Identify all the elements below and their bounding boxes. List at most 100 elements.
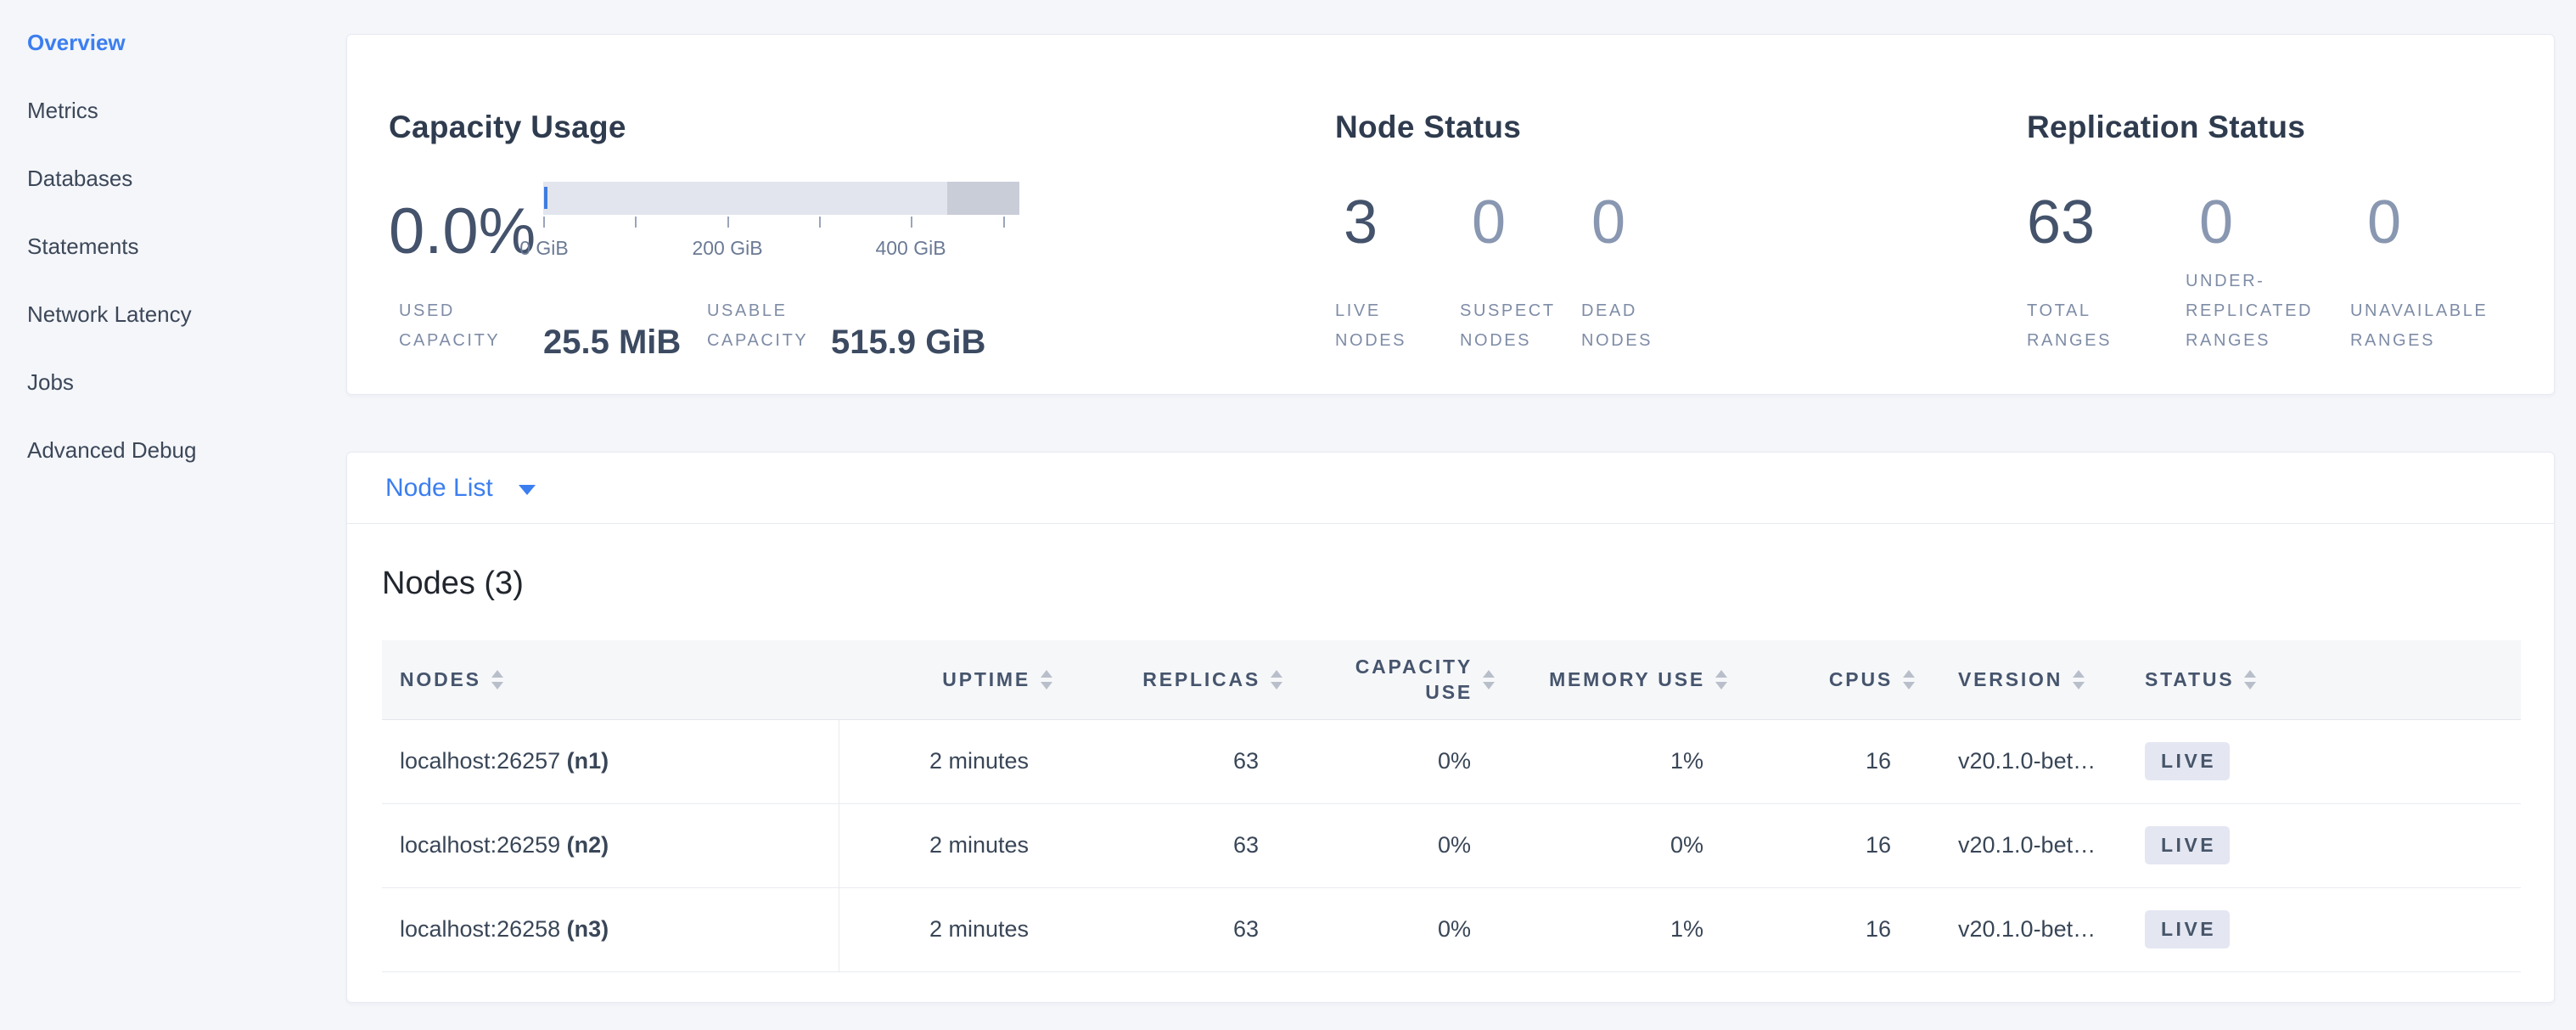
usable-capacity-label: USABLE CAPACITY — [707, 296, 826, 356]
capacity-use-cell: 0% — [1293, 887, 1505, 971]
suspect-nodes-count: 0 — [1472, 188, 1506, 257]
capacity-use-cell: 0% — [1293, 803, 1505, 887]
table-row[interactable]: localhost:26258 (n3) 2 minutes 63 0% 1% … — [382, 887, 2521, 971]
column-header-nodes[interactable]: NODES — [382, 640, 839, 719]
cluster-summary-card: Capacity Usage 0.0% 0 GiB 200 GiB 400 Gi… — [346, 34, 2555, 395]
node-address[interactable]: localhost:26259 — [400, 832, 560, 858]
memory-use-cell: 0% — [1505, 803, 1737, 887]
uptime-cell: 2 minutes — [839, 887, 1063, 971]
under-replicated-ranges-count: 0 — [2199, 188, 2233, 257]
column-label: REPLICAS — [1142, 668, 1260, 691]
total-ranges-count: 63 — [2027, 188, 2095, 257]
uptime-cell: 2 minutes — [839, 803, 1063, 887]
replicas-cell: 63 — [1063, 803, 1293, 887]
capacity-usage-title: Capacity Usage — [389, 110, 626, 145]
table-row[interactable]: localhost:26259 (n2) 2 minutes 63 0% 0% … — [382, 803, 2521, 887]
cpus-cell: 16 — [1737, 719, 1925, 803]
axis-label-0: 0 GiB — [519, 237, 569, 260]
column-header-memory-use[interactable]: MEMORY USE — [1505, 640, 1737, 719]
uptime-cell: 2 minutes — [839, 719, 1063, 803]
column-header-status[interactable]: STATUS — [2145, 640, 2521, 719]
sidebar-item-metrics[interactable]: Metrics — [0, 76, 344, 144]
status-badge: LIVE — [2145, 826, 2230, 864]
node-address[interactable]: localhost:26257 — [400, 748, 560, 774]
suspect-nodes-label: SUSPECT NODES — [1460, 296, 1566, 356]
sort-icon — [1483, 670, 1495, 689]
live-nodes-count: 3 — [1344, 188, 1378, 257]
capacity-bar-used-marker — [544, 187, 547, 209]
node-address[interactable]: localhost:26258 — [400, 916, 560, 942]
column-header-replicas[interactable]: REPLICAS — [1063, 640, 1293, 719]
memory-use-cell: 1% — [1505, 887, 1737, 971]
node-list-card: Node List Nodes (3) NODES UPTIME REPLICA… — [346, 452, 2555, 1003]
version-cell: v20.1.0-bet… — [1925, 803, 2145, 887]
caret-down-icon — [519, 485, 536, 495]
status-badge: LIVE — [2145, 910, 2230, 948]
sidebar-item-jobs[interactable]: Jobs — [0, 348, 344, 416]
capacity-use-cell: 0% — [1293, 719, 1505, 803]
unavailable-ranges-count: 0 — [2367, 188, 2401, 257]
sidebar-item-statements[interactable]: Statements — [0, 212, 344, 280]
sort-icon — [2244, 670, 2256, 689]
sort-icon — [2073, 670, 2085, 689]
column-label: VERSION — [1958, 668, 2062, 691]
axis-tick — [1003, 217, 1005, 228]
column-header-capacity-use[interactable]: CAPACITY USE — [1293, 640, 1505, 719]
version-cell: v20.1.0-bet… — [1925, 887, 2145, 971]
node-status-title: Node Status — [1335, 110, 1521, 145]
node-id: (n3) — [567, 916, 609, 942]
under-replicated-ranges-label: UNDER-REPLICATED RANGES — [2186, 267, 2338, 356]
total-ranges-label: TOTAL RANGES — [2027, 296, 2120, 356]
sidebar-item-databases[interactable]: Databases — [0, 144, 344, 212]
nodes-section-title: Nodes (3) — [382, 566, 524, 602]
usable-capacity-value: 515.9 GiB — [831, 324, 985, 362]
memory-use-cell: 1% — [1505, 719, 1737, 803]
sort-icon — [1271, 670, 1282, 689]
used-capacity-label: USED CAPACITY — [399, 296, 543, 356]
column-label: MEMORY USE — [1549, 668, 1705, 691]
sidebar: Overview Metrics Databases Statements Ne… — [0, 0, 344, 484]
column-header-uptime[interactable]: UPTIME — [839, 640, 1063, 719]
cpus-cell: 16 — [1737, 803, 1925, 887]
axis-tick — [543, 217, 545, 228]
cpus-cell: 16 — [1737, 887, 1925, 971]
sort-icon — [1715, 670, 1727, 689]
column-label: CAPACITY USE — [1345, 654, 1473, 705]
capacity-bar-reserved-segment — [947, 182, 1019, 215]
column-header-version[interactable]: VERSION — [1925, 640, 2145, 719]
column-label: NODES — [400, 668, 481, 691]
table-row[interactable]: localhost:26257 (n1) 2 minutes 63 0% 1% … — [382, 719, 2521, 803]
version-cell: v20.1.0-bet… — [1925, 719, 2145, 803]
replication-status-title: Replication Status — [2027, 110, 2305, 145]
status-badge: LIVE — [2145, 742, 2230, 780]
node-list-dropdown[interactable]: Node List — [347, 453, 2554, 524]
live-nodes-label: LIVE NODES — [1335, 296, 1424, 356]
column-header-cpus[interactable]: CPUS — [1737, 640, 1925, 719]
capacity-usage-bar — [543, 182, 1019, 215]
column-label: STATUS — [2145, 668, 2234, 691]
table-header-row: NODES UPTIME REPLICAS CAPACITY USE MEMOR… — [382, 640, 2521, 719]
column-label: UPTIME — [942, 668, 1030, 691]
axis-label-400: 400 GiB — [875, 237, 946, 260]
axis-tick — [635, 217, 637, 228]
capacity-used-percent: 0.0% — [389, 194, 536, 268]
axis-tick — [911, 217, 912, 228]
column-label: CPUS — [1829, 668, 1893, 691]
sort-icon — [491, 670, 503, 689]
sort-icon — [1903, 670, 1915, 689]
axis-tick — [727, 217, 729, 228]
used-capacity-value: 25.5 MiB — [543, 324, 681, 362]
sidebar-item-overview[interactable]: Overview — [0, 8, 344, 76]
replicas-cell: 63 — [1063, 887, 1293, 971]
replicas-cell: 63 — [1063, 719, 1293, 803]
sidebar-item-network-latency[interactable]: Network Latency — [0, 280, 344, 348]
axis-tick — [819, 217, 821, 228]
node-list-dropdown-label: Node List — [385, 474, 493, 503]
nodes-table: NODES UPTIME REPLICAS CAPACITY USE MEMOR… — [382, 640, 2521, 972]
dead-nodes-count: 0 — [1591, 188, 1625, 257]
sort-icon — [1041, 670, 1052, 689]
dead-nodes-label: DEAD NODES — [1581, 296, 1670, 356]
sidebar-item-advanced-debug[interactable]: Advanced Debug — [0, 416, 344, 484]
node-id: (n1) — [567, 748, 609, 774]
node-id: (n2) — [567, 832, 609, 858]
